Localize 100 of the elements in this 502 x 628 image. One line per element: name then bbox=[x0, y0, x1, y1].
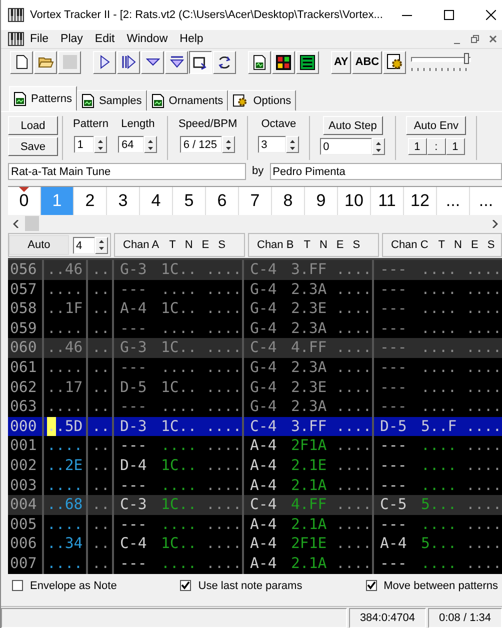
folder-icon bbox=[38, 55, 54, 69]
instrument-cell-text: 2.1A bbox=[291, 476, 328, 496]
spinner-button[interactable] bbox=[94, 136, 108, 153]
noise-cell: .. bbox=[88, 299, 114, 319]
spinner-button[interactable] bbox=[222, 136, 236, 153]
tab[interactable]: Samples bbox=[76, 90, 147, 111]
note-cell-text: --- bbox=[379, 554, 408, 574]
envelope-cell: .... bbox=[44, 554, 88, 574]
spin-field[interactable]: 0 bbox=[320, 138, 372, 155]
field-label: Speed/BPM bbox=[178, 117, 238, 132]
channel-toggle[interactable]: S bbox=[218, 239, 226, 251]
spin-field[interactable]: 6 / 125 bbox=[180, 136, 222, 153]
position-cell[interactable]: ... bbox=[437, 187, 470, 215]
channel-toggle[interactable]: N bbox=[319, 239, 328, 251]
status-text: 384:0:4704 bbox=[348, 608, 426, 628]
channel-toggle[interactable]: E bbox=[202, 239, 210, 251]
note-cell-text: G-3 bbox=[119, 260, 148, 280]
toolbar-button[interactable] bbox=[189, 50, 212, 74]
scroll-left-icon[interactable] bbox=[13, 220, 19, 228]
effect-cell: .... bbox=[206, 514, 244, 534]
channel-toggle[interactable]: S bbox=[352, 239, 360, 251]
note-cell-text: D-5 bbox=[379, 416, 408, 436]
title-field[interactable]: Rat-a-Tat Main Tune bbox=[8, 162, 246, 180]
auto-step-button[interactable]: Auto Step bbox=[322, 116, 383, 135]
channel-toggle[interactable]: E bbox=[336, 239, 344, 251]
spin-field[interactable]: 1 bbox=[74, 136, 94, 153]
file-button[interactable]: Load bbox=[8, 116, 58, 135]
note-cell-text: --- bbox=[379, 280, 408, 300]
envelope-cell: .... bbox=[44, 514, 88, 534]
menu-item[interactable]: Play bbox=[54, 33, 89, 45]
position-cell[interactable]: 11 bbox=[371, 187, 404, 215]
spinner-button[interactable] bbox=[372, 138, 386, 155]
checkbox[interactable] bbox=[180, 580, 192, 591]
effect-cell: .... bbox=[206, 436, 244, 456]
tab[interactable]: Options bbox=[228, 90, 296, 111]
note-cell-text: G-4 bbox=[249, 299, 278, 319]
ratio-button[interactable]: : bbox=[426, 138, 446, 155]
position-cell[interactable]: 8 bbox=[272, 187, 305, 215]
author-field[interactable]: Pedro Pimenta bbox=[270, 162, 502, 180]
menu-item[interactable]: File bbox=[24, 33, 55, 45]
spin-field[interactable]: 4 bbox=[73, 236, 95, 254]
channel-toggle[interactable]: T bbox=[169, 239, 176, 251]
line-number: 006 bbox=[8, 534, 44, 554]
wave-document-icon bbox=[253, 54, 266, 70]
instrument-cell-text: 1C.. bbox=[161, 456, 198, 476]
auto-button[interactable]: Auto bbox=[9, 235, 69, 255]
position-cell[interactable]: 2 bbox=[74, 187, 107, 215]
position-cell[interactable]: 3 bbox=[107, 187, 140, 215]
position-cell[interactable]: ... bbox=[470, 187, 502, 215]
position-cell[interactable]: 10 bbox=[338, 187, 371, 215]
scrollbar-thumb[interactable] bbox=[25, 216, 39, 231]
check-icon bbox=[181, 581, 190, 590]
position-cell[interactable]: 4 bbox=[140, 187, 173, 215]
effect-cell: .... bbox=[336, 495, 374, 515]
position-cell[interactable]: 6 bbox=[206, 187, 239, 215]
slider-thumb[interactable] bbox=[464, 53, 469, 64]
menu-item[interactable]: Window bbox=[120, 33, 174, 45]
instrument-cell-text: .... bbox=[421, 318, 458, 338]
file-button[interactable]: Save bbox=[8, 137, 58, 156]
note-cell-text: --- bbox=[379, 456, 408, 476]
spin-field[interactable]: 64 bbox=[118, 136, 144, 153]
instrument-cell-text: .... bbox=[421, 280, 458, 300]
note-cell-text: --- bbox=[119, 554, 148, 574]
spin-field[interactable]: 3 bbox=[258, 136, 286, 153]
menu-item[interactable]: Edit bbox=[88, 33, 121, 45]
channel-toggle[interactable]: T bbox=[438, 239, 446, 251]
position-cell[interactable]: 5 bbox=[173, 187, 206, 215]
spinner-button[interactable] bbox=[95, 236, 108, 254]
position-cell[interactable]: 7 bbox=[239, 187, 272, 215]
channel-toggle[interactable]: T bbox=[304, 239, 310, 251]
ratio-button[interactable]: 1 bbox=[408, 138, 427, 155]
toolbar-button[interactable]: ABC bbox=[352, 50, 382, 74]
grid-document-icon bbox=[276, 54, 291, 70]
ratio-button[interactable]: 1 bbox=[446, 138, 465, 155]
spinner-button[interactable] bbox=[286, 136, 300, 153]
channel-toggle[interactable]: S bbox=[487, 239, 495, 251]
channel-toggle[interactable]: E bbox=[470, 239, 478, 251]
spinner-button[interactable] bbox=[144, 136, 158, 153]
position-cell[interactable]: 12 bbox=[404, 187, 437, 215]
tab[interactable]: Patterns bbox=[9, 86, 77, 111]
channel-toggle[interactable]: N bbox=[184, 239, 193, 251]
spin-arrows-icon bbox=[289, 138, 296, 152]
instrument-cell-text: 2.1A bbox=[291, 554, 328, 574]
note-cell-text: C-3 bbox=[119, 495, 148, 515]
volume-slider[interactable] bbox=[411, 51, 472, 73]
checkbox[interactable] bbox=[366, 580, 377, 591]
tab[interactable]: Ornaments bbox=[146, 90, 228, 111]
menu-item[interactable]: Help bbox=[174, 33, 210, 45]
channel-toggle[interactable]: N bbox=[454, 239, 462, 251]
piano-keys-icon bbox=[8, 31, 24, 47]
envelope-cell: .... bbox=[44, 436, 88, 456]
toolbar-button[interactable]: AY bbox=[331, 50, 352, 74]
checkbox[interactable] bbox=[12, 580, 23, 591]
auto-envelope-button[interactable]: Auto Env bbox=[406, 116, 466, 135]
scroll-right-icon[interactable] bbox=[492, 220, 498, 228]
position-cell[interactable]: 9 bbox=[305, 187, 338, 215]
envelope-cell: ..68 bbox=[44, 495, 88, 515]
note-cell-text: A-4 bbox=[379, 534, 408, 554]
instrument-cell-text: .... bbox=[161, 358, 198, 378]
spin-arrows-icon bbox=[375, 140, 382, 154]
